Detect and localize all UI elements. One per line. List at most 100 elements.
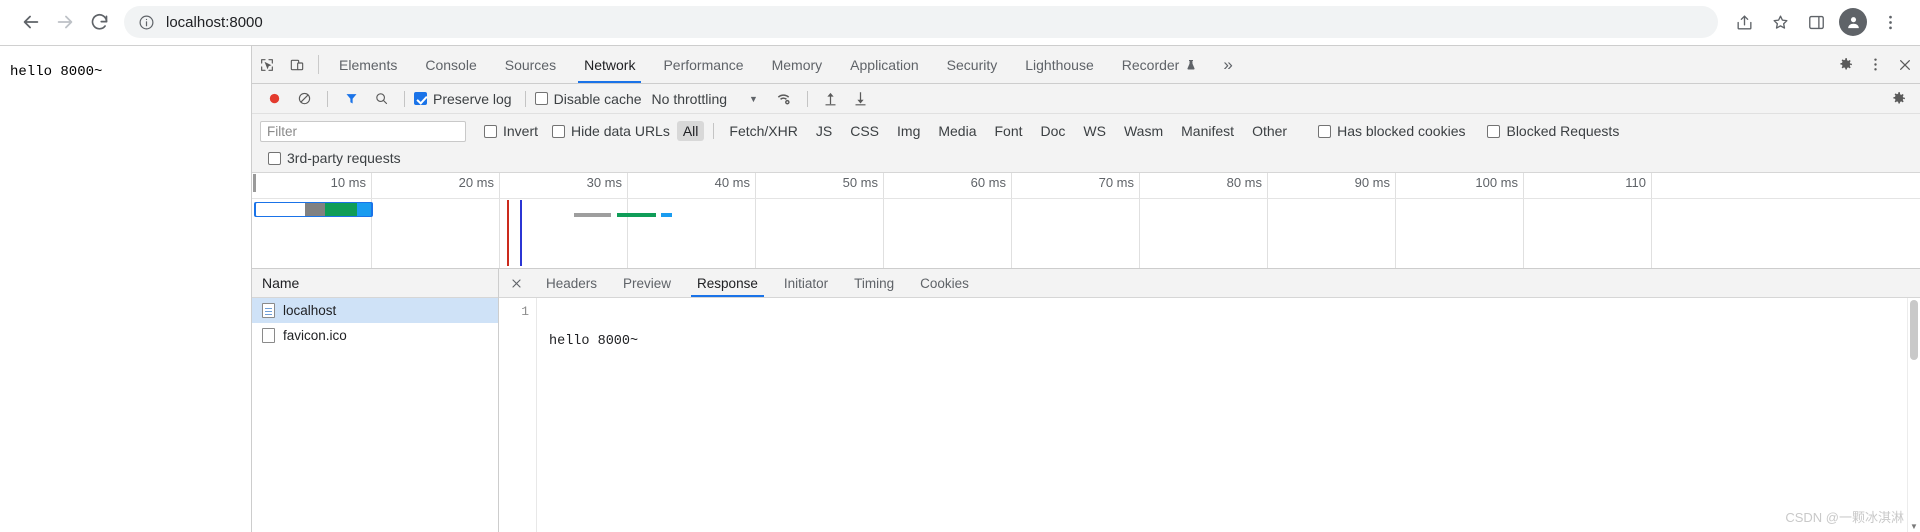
scroll-down-icon[interactable]: ▼ bbox=[1908, 520, 1920, 532]
download-arrow-icon[interactable] bbox=[847, 86, 875, 112]
has-blocked-cookies-checkbox[interactable]: Has blocked cookies bbox=[1318, 123, 1465, 139]
filter-input[interactable] bbox=[260, 120, 466, 142]
address-bar[interactable]: localhost:8000 bbox=[124, 6, 1718, 38]
devtools-close-icon[interactable] bbox=[1890, 46, 1920, 83]
hide-data-urls-checkbox[interactable]: Hide data URLs bbox=[552, 123, 670, 139]
scrollbar-thumb[interactable] bbox=[1910, 300, 1918, 360]
profile-avatar-icon[interactable] bbox=[1839, 8, 1867, 36]
ruler-tick-label: 40 ms bbox=[714, 175, 750, 190]
tab-console[interactable]: Console bbox=[411, 46, 490, 83]
detail-tab-preview[interactable]: Preview bbox=[610, 269, 684, 297]
response-vertical-scrollbar[interactable]: ▲ ▼ bbox=[1907, 298, 1920, 532]
ruler-divider bbox=[371, 173, 372, 268]
tab-recorder[interactable]: Recorder bbox=[1108, 46, 1212, 83]
chevron-down-icon[interactable]: ▼ bbox=[749, 94, 758, 104]
network-filter-bar: Invert Hide data URLs All Fetch/XHR JS C… bbox=[252, 114, 1920, 173]
page-viewport: hello 8000~ bbox=[0, 45, 251, 532]
type-filter-fetch-xhr[interactable]: Fetch/XHR bbox=[723, 121, 803, 141]
tab-security[interactable]: Security bbox=[933, 46, 1012, 83]
checkbox-box[interactable] bbox=[1487, 124, 1501, 138]
type-filter-css[interactable]: CSS bbox=[844, 121, 885, 141]
invert-checkbox[interactable]: Invert bbox=[484, 123, 538, 139]
checkbox-box[interactable] bbox=[552, 124, 566, 138]
inspect-element-icon[interactable] bbox=[252, 46, 282, 83]
tab-application[interactable]: Application bbox=[836, 46, 933, 83]
record-stop-icon[interactable] bbox=[260, 86, 288, 112]
control-divider bbox=[327, 90, 328, 107]
checkbox-box[interactable] bbox=[534, 92, 548, 105]
tab-network[interactable]: Network bbox=[570, 46, 649, 83]
reload-button[interactable] bbox=[82, 5, 116, 39]
devtools-overflow-menu-icon[interactable] bbox=[1860, 46, 1890, 83]
close-detail-icon[interactable] bbox=[499, 269, 533, 297]
back-button[interactable] bbox=[14, 5, 48, 39]
forward-button[interactable] bbox=[48, 5, 82, 39]
detail-tab-headers[interactable]: Headers bbox=[533, 269, 610, 297]
more-tabs-button[interactable]: » bbox=[1211, 46, 1244, 83]
detail-tab-cookies[interactable]: Cookies bbox=[907, 269, 982, 297]
star-icon[interactable] bbox=[1764, 6, 1796, 38]
tab-lighthouse[interactable]: Lighthouse bbox=[1011, 46, 1108, 83]
type-filter-other[interactable]: Other bbox=[1246, 121, 1293, 141]
ruler-tick-label: 30 ms bbox=[586, 175, 622, 190]
ruler-tick-label: 90 ms bbox=[1354, 175, 1390, 190]
tab-sources[interactable]: Sources bbox=[491, 46, 570, 83]
ruler-tick-label: 110 bbox=[1625, 175, 1646, 190]
request-row-localhost[interactable]: localhost bbox=[252, 298, 498, 323]
side-panel-icon[interactable] bbox=[1800, 6, 1832, 38]
disable-cache-checkbox[interactable]: Disable cache bbox=[534, 91, 642, 107]
browser-menu-icon[interactable] bbox=[1874, 6, 1906, 38]
checkbox-box[interactable] bbox=[414, 92, 427, 105]
tab-memory[interactable]: Memory bbox=[758, 46, 837, 83]
type-filter-all[interactable]: All bbox=[676, 121, 705, 141]
ruler-baseline bbox=[252, 198, 1920, 199]
wifi-settings-icon[interactable] bbox=[770, 86, 798, 112]
ruler-divider bbox=[1395, 173, 1396, 268]
type-filter-font[interactable]: Font bbox=[989, 121, 1029, 141]
third-party-requests-checkbox[interactable]: 3rd-party requests bbox=[268, 150, 401, 166]
type-filter-ws[interactable]: WS bbox=[1077, 121, 1112, 141]
network-settings-gear-icon[interactable] bbox=[1884, 86, 1912, 112]
request-row-favicon[interactable]: favicon.ico bbox=[252, 323, 498, 348]
tab-performance[interactable]: Performance bbox=[649, 46, 757, 83]
response-body-viewer[interactable]: 1 hello 8000~ ▲ ▼ CSDN @一颗冰淇淋 bbox=[499, 298, 1920, 532]
type-filter-wasm[interactable]: Wasm bbox=[1118, 121, 1169, 141]
funnel-filter-icon[interactable] bbox=[337, 86, 365, 112]
segment-waiting bbox=[324, 203, 358, 216]
request-list-header[interactable]: Name bbox=[252, 269, 498, 298]
segment-download bbox=[661, 213, 672, 217]
tab-elements[interactable]: Elements bbox=[325, 46, 411, 83]
checkbox-box[interactable] bbox=[484, 124, 497, 138]
type-filter-img[interactable]: Img bbox=[891, 121, 926, 141]
request-name: localhost bbox=[283, 303, 337, 318]
address-bar-url[interactable]: localhost:8000 bbox=[166, 14, 263, 31]
detail-tab-label: Preview bbox=[623, 275, 672, 291]
checkbox-box[interactable] bbox=[268, 151, 281, 165]
detail-tab-response[interactable]: Response bbox=[684, 269, 771, 297]
tab-label: Sources bbox=[504, 56, 557, 73]
blocked-requests-checkbox[interactable]: Blocked Requests bbox=[1487, 123, 1619, 139]
search-icon[interactable] bbox=[367, 86, 395, 112]
ruler-divider bbox=[755, 173, 756, 268]
detail-tab-initiator[interactable]: Initiator bbox=[771, 269, 841, 297]
checkbox-box[interactable] bbox=[1318, 124, 1332, 138]
throttling-dropdown[interactable]: No throttling ▼ bbox=[652, 91, 768, 107]
type-filter-js[interactable]: JS bbox=[810, 121, 838, 141]
network-overview-timeline[interactable]: 10 ms 20 ms 30 ms 40 ms 50 ms 60 ms 70 m… bbox=[252, 173, 1920, 269]
gear-icon[interactable] bbox=[1830, 46, 1860, 83]
type-filter-media[interactable]: Media bbox=[932, 121, 982, 141]
device-toolbar-icon[interactable] bbox=[282, 46, 312, 83]
clear-icon[interactable] bbox=[290, 86, 318, 112]
detail-tab-timing[interactable]: Timing bbox=[841, 269, 907, 297]
preserve-log-checkbox[interactable]: Preserve log bbox=[414, 91, 512, 107]
share-icon[interactable] bbox=[1728, 6, 1760, 38]
segment-stalled bbox=[305, 203, 325, 216]
upload-arrow-icon[interactable] bbox=[817, 86, 845, 112]
ruler-tick-label: 100 ms bbox=[1475, 175, 1518, 190]
type-filter-manifest[interactable]: Manifest bbox=[1175, 121, 1240, 141]
response-code-text[interactable]: hello 8000~ bbox=[537, 298, 1920, 532]
type-filter-doc[interactable]: Doc bbox=[1035, 121, 1072, 141]
site-info-icon[interactable] bbox=[138, 14, 155, 31]
ruler-divider bbox=[1011, 173, 1012, 268]
filter-row-primary: Invert Hide data URLs All Fetch/XHR JS C… bbox=[260, 118, 1912, 144]
